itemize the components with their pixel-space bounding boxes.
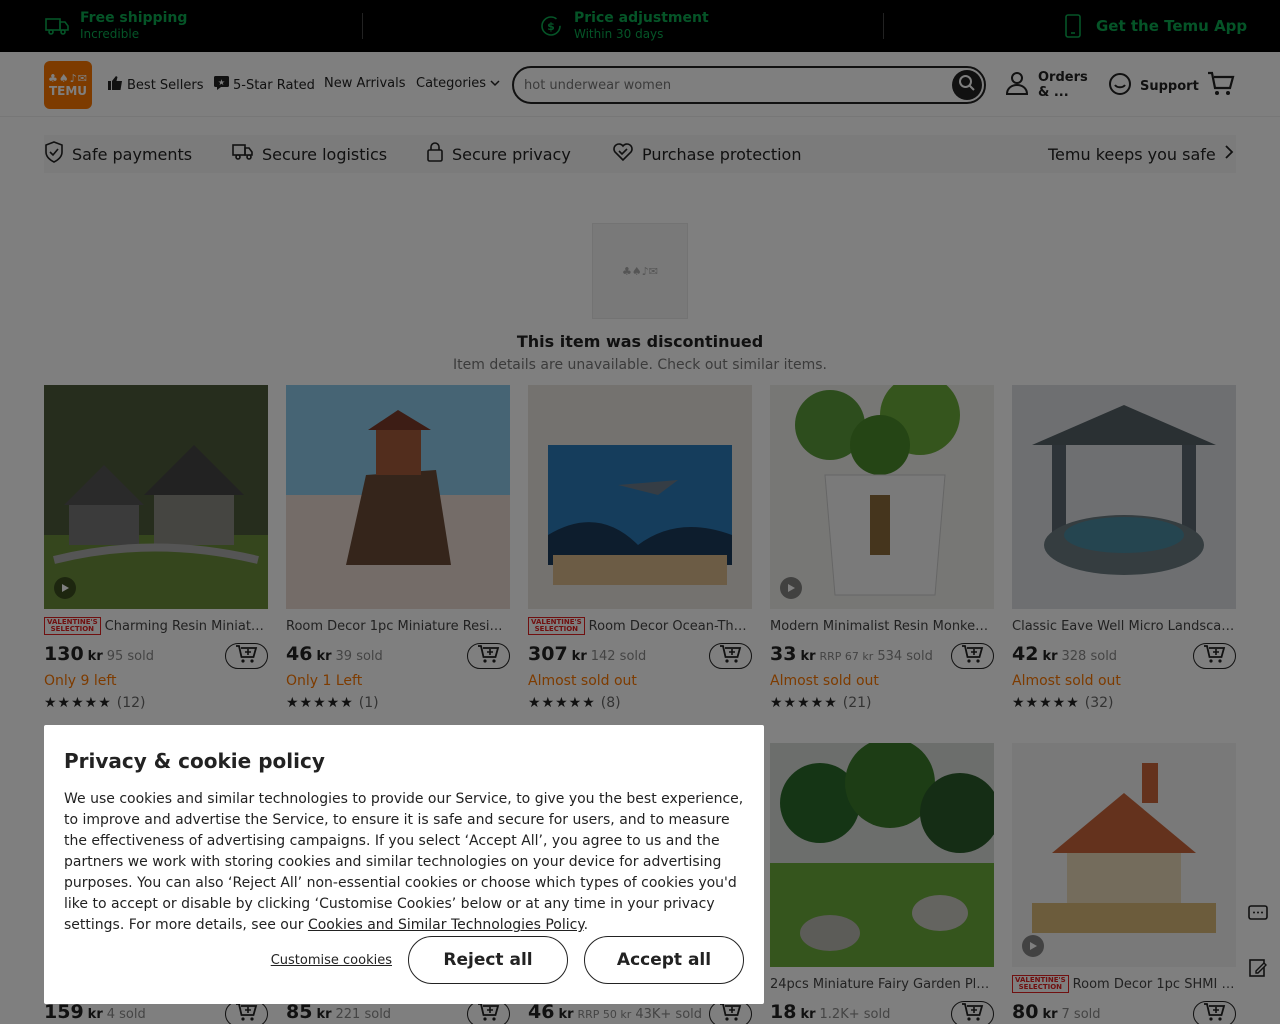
- accept-all-button[interactable]: Accept all: [584, 936, 744, 984]
- cookie-body-end: .: [583, 917, 589, 933]
- cookie-policy-link[interactable]: Cookies and Similar Technologies Policy: [308, 917, 584, 933]
- reject-all-button[interactable]: Reject all: [408, 936, 568, 984]
- cookie-dialog-body: We use cookies and similar technologies …: [64, 789, 744, 936]
- customise-cookies-link[interactable]: Customise cookies: [271, 953, 392, 968]
- cookie-dialog-title: Privacy & cookie policy: [64, 749, 325, 773]
- cookie-actions: Customise cookies Reject all Accept all: [271, 936, 744, 984]
- cookie-body-text: We use cookies and similar technologies …: [64, 791, 744, 933]
- cookie-policy-dialog: Privacy & cookie policy We use cookies a…: [44, 725, 764, 1004]
